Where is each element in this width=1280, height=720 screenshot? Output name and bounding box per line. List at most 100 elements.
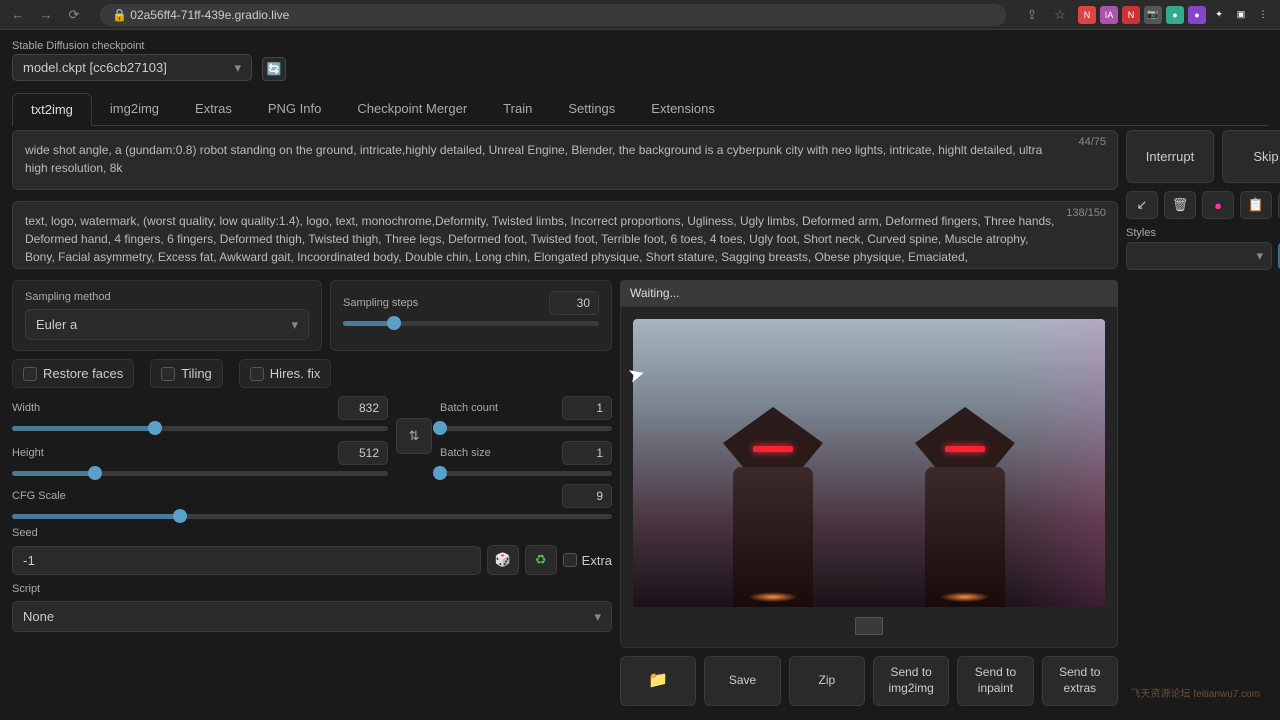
hires-fix-checkbox[interactable]: Hires. fix	[239, 359, 332, 388]
right-sidebar: Interrupt Skip ↙ 🗑 ● 📋 💾 Styles 🔄	[1126, 130, 1280, 706]
extension-icon[interactable]: ●	[1166, 6, 1184, 24]
checkpoint-label: Stable Diffusion checkpoint	[12, 40, 252, 52]
interrupt-button[interactable]: Interrupt	[1126, 130, 1214, 183]
negative-prompt-input[interactable]	[12, 201, 1118, 269]
sampling-steps-card: Sampling steps 30	[330, 280, 612, 351]
arrow-icon[interactable]: ↙	[1126, 191, 1158, 219]
tab-settings[interactable]: Settings	[550, 93, 633, 125]
width-label: Width	[12, 402, 40, 414]
quick-action-row: ↙ 🗑 ● 📋 💾	[1126, 191, 1280, 219]
script-select[interactable]: None	[12, 601, 612, 632]
cfg-scale-slider[interactable]	[12, 514, 612, 519]
clipboard-icon[interactable]: 📋	[1240, 191, 1272, 219]
tiling-checkbox[interactable]: Tiling	[150, 359, 223, 388]
prompt-container: 44/75	[12, 130, 1118, 193]
tab-txt2img[interactable]: txt2img	[12, 93, 92, 126]
extension-icon[interactable]: N	[1078, 6, 1096, 24]
seed-reuse-button[interactable]: ♻	[525, 545, 557, 575]
width-group: Width 832	[12, 396, 388, 431]
thumbnail-strip	[633, 617, 1105, 635]
sampling-method-label: Sampling method	[25, 291, 309, 303]
generated-image[interactable]	[633, 319, 1105, 607]
tab-img2img[interactable]: img2img	[92, 93, 177, 125]
sampling-method-card: Sampling method Euler a	[12, 280, 322, 351]
skip-button[interactable]: Skip	[1222, 130, 1280, 183]
seed-random-button[interactable]: 🎲	[487, 545, 519, 575]
panel-icon[interactable]: ▣	[1232, 6, 1250, 24]
batch-size-group: Batch size 1	[440, 441, 612, 476]
checkpoint-row: Stable Diffusion checkpoint model.ckpt […	[12, 40, 1268, 81]
extension-icon[interactable]: ●	[1188, 6, 1206, 24]
negative-prompt-container: 138/150	[12, 201, 1118, 272]
negative-prompt-token-count: 138/150	[1066, 207, 1106, 219]
send-to-extras-button[interactable]: Send to extras	[1042, 656, 1118, 706]
prompt-input[interactable]	[12, 130, 1118, 190]
tab-extensions[interactable]: Extensions	[633, 93, 733, 125]
bookmark-icon[interactable]: ☆	[1050, 5, 1070, 25]
sampling-steps-label: Sampling steps	[343, 297, 418, 309]
send-to-inpaint-button[interactable]: Send to inpaint	[957, 656, 1033, 706]
batch-size-label: Batch size	[440, 447, 491, 459]
width-slider[interactable]	[12, 426, 388, 431]
forward-button[interactable]: →	[36, 5, 56, 25]
output-panel: Waiting... ✕	[620, 280, 1118, 706]
output-image-panel: ✕	[620, 306, 1118, 648]
cfg-scale-label: CFG Scale	[12, 490, 66, 502]
extensions-area: N IA N 📷 ● ● ✦ ▣ ⋮	[1078, 6, 1272, 24]
browser-chrome: ← → ⟳ 🔒 02a56ff4-71ff-439e.gradio.live ⇪…	[0, 0, 1280, 30]
tab-checkpoint-merger[interactable]: Checkpoint Merger	[339, 93, 485, 125]
batch-size-value[interactable]: 1	[562, 441, 612, 465]
batch-size-slider[interactable]	[440, 471, 612, 476]
batch-count-label: Batch count	[440, 402, 498, 414]
menu-icon[interactable]: ⋮	[1254, 6, 1272, 24]
watermark: 飞天资源论坛 feitianwu7.com	[1131, 685, 1260, 700]
settings-panel: Sampling method Euler a Sampling steps 3…	[12, 280, 612, 706]
url-bar[interactable]: 🔒 02a56ff4-71ff-439e.gradio.live	[100, 4, 1006, 26]
reload-button[interactable]: ⟳	[64, 5, 84, 25]
script-label: Script	[12, 583, 612, 595]
extension-icon[interactable]: N	[1122, 6, 1140, 24]
height-group: Height 512	[12, 441, 388, 476]
batch-count-slider[interactable]	[440, 426, 612, 431]
seed-group: Seed 🎲 ♻ Extra	[12, 527, 612, 575]
tab-png-info[interactable]: PNG Info	[250, 93, 339, 125]
thumbnail[interactable]	[855, 617, 883, 635]
cfg-scale-value[interactable]: 9	[562, 484, 612, 508]
extensions-icon[interactable]: ✦	[1210, 6, 1228, 24]
extension-icon[interactable]: IA	[1100, 6, 1118, 24]
sampling-steps-slider[interactable]	[343, 321, 599, 326]
back-button[interactable]: ←	[8, 5, 28, 25]
height-label: Height	[12, 447, 44, 459]
seed-extra-checkbox[interactable]: Extra	[563, 553, 612, 568]
styles-label: Styles	[1126, 227, 1272, 239]
extension-icon[interactable]: 📷	[1144, 6, 1162, 24]
seed-input[interactable]	[12, 546, 481, 575]
checkbox-row: Restore faces Tiling Hires. fix	[12, 359, 612, 388]
height-slider[interactable]	[12, 471, 388, 476]
sampling-steps-value[interactable]: 30	[549, 291, 599, 315]
sampling-method-select[interactable]: Euler a	[25, 309, 309, 340]
paint-icon[interactable]: ●	[1202, 191, 1234, 219]
prompt-token-count: 44/75	[1078, 136, 1106, 148]
batch-count-group: Batch count 1	[440, 396, 612, 431]
share-icon[interactable]: ⇪	[1022, 5, 1042, 25]
zip-button[interactable]: Zip	[789, 656, 865, 706]
checkpoint-select[interactable]: model.ckpt [cc6cb27103]	[12, 54, 252, 81]
swap-dimensions-button[interactable]: ⇅	[396, 418, 432, 454]
trash-icon[interactable]: 🗑	[1164, 191, 1196, 219]
tab-train[interactable]: Train	[485, 93, 550, 125]
width-value[interactable]: 832	[338, 396, 388, 420]
checkpoint-refresh-button[interactable]: 🔄	[262, 57, 286, 81]
restore-faces-checkbox[interactable]: Restore faces	[12, 359, 134, 388]
styles-select[interactable]	[1126, 242, 1272, 270]
batch-count-value[interactable]: 1	[562, 396, 612, 420]
output-status: Waiting...	[620, 280, 1118, 306]
tab-extras[interactable]: Extras	[177, 93, 250, 125]
app-container: Stable Diffusion checkpoint model.ckpt […	[0, 30, 1280, 716]
send-to-img2img-button[interactable]: Send to img2img	[873, 656, 949, 706]
seed-label: Seed	[12, 527, 612, 539]
save-button[interactable]: Save	[704, 656, 780, 706]
height-value[interactable]: 512	[338, 441, 388, 465]
open-folder-button[interactable]: 📁	[620, 656, 696, 706]
cfg-scale-group: CFG Scale 9	[12, 484, 612, 519]
